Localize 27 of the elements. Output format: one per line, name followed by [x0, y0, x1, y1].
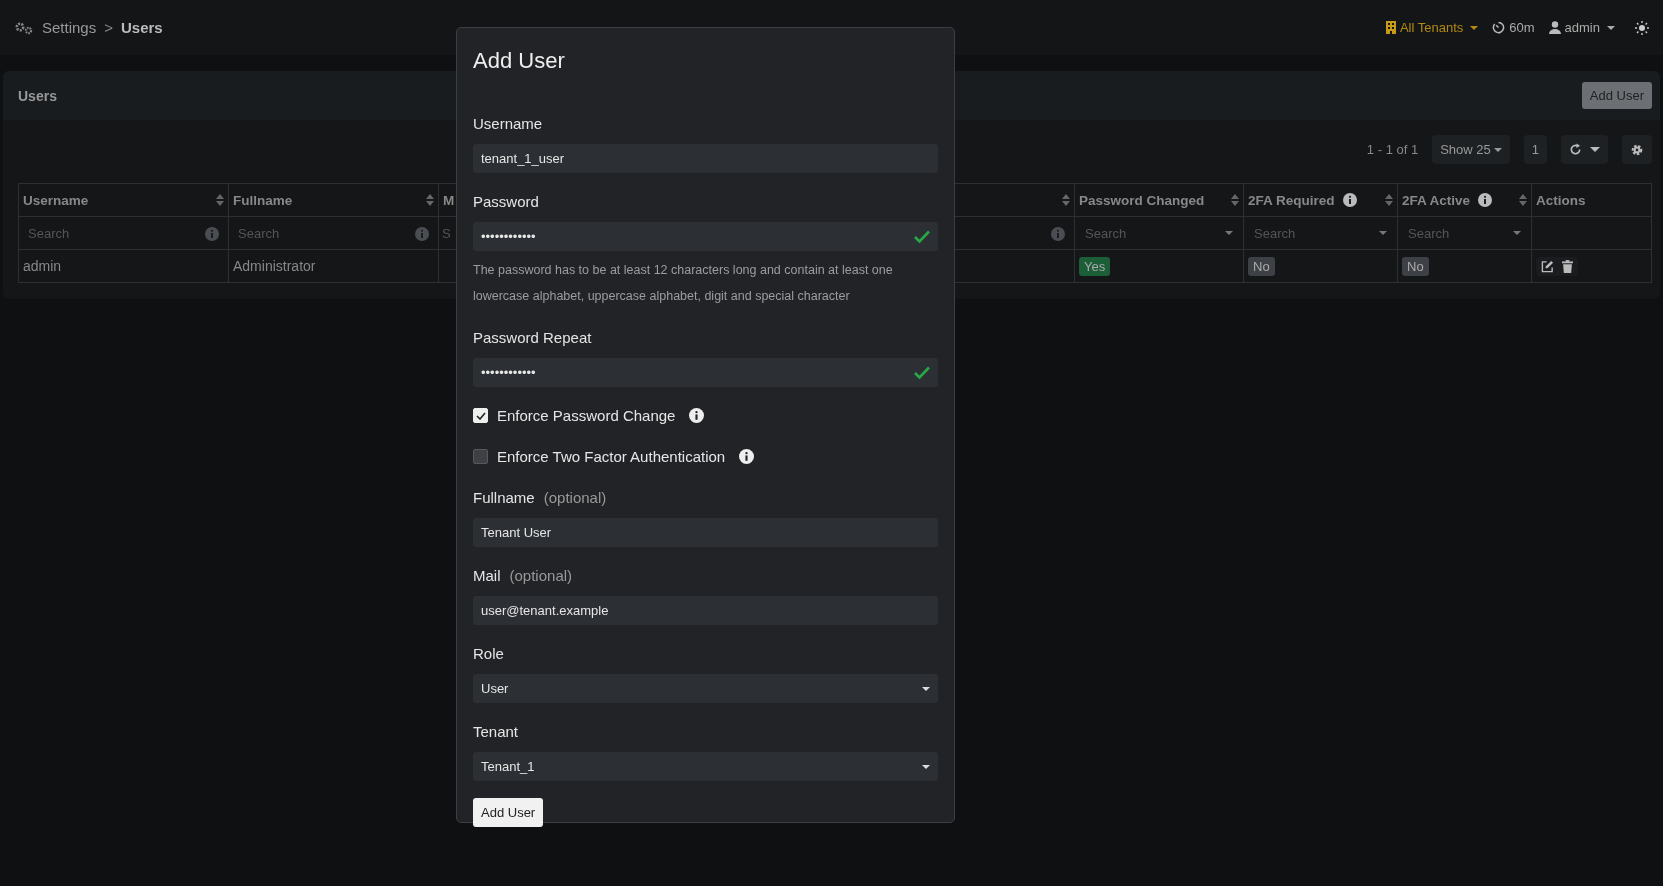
column-label: 2FA Required — [1248, 192, 1335, 208]
column-label: Actions — [1536, 192, 1586, 208]
pagination-range: 1 - 1 of 1 — [1366, 142, 1419, 157]
field-label: Password Repeat — [473, 329, 592, 346]
table-cell: Administrator — [229, 250, 439, 283]
column-label: Username — [23, 192, 89, 208]
optional-note: (optional) — [509, 567, 573, 584]
column-label: Password Changed — [1079, 192, 1205, 208]
card-title: Users — [18, 87, 57, 104]
optional-note: (optional) — [543, 489, 607, 506]
field-label: Password — [473, 193, 539, 210]
status-badge: No — [1402, 256, 1429, 276]
field-label: Username — [473, 115, 543, 132]
breadcrumb-separator: > — [104, 19, 113, 36]
table-cell: admin — [19, 250, 229, 283]
field-label: Mail — [473, 567, 501, 584]
status-badge: Yes — [1079, 256, 1111, 276]
column-label: 2FA Active — [1402, 192, 1471, 208]
dialog-title: Add User — [473, 48, 566, 74]
field-label: Tenant — [473, 723, 519, 740]
breadcrumb-item: Users — [120, 19, 163, 36]
field-label: Role — [473, 645, 504, 662]
column-label: M — [443, 192, 455, 208]
column-label: Fullname — [233, 192, 293, 208]
field-label: Fullname — [473, 489, 535, 506]
status-badge: No — [1248, 256, 1275, 276]
password-hint: The password has to be at least 12 characters long and contain at least one lowercase alphabet, uppercase alphabet, digit and special character — [473, 262, 894, 305]
